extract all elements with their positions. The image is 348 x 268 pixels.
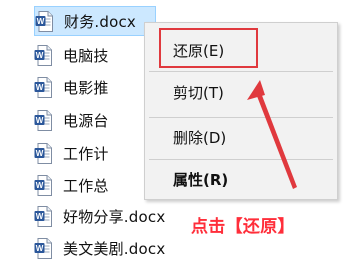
file-row[interactable]: 电脑技 xyxy=(34,40,109,70)
file-row[interactable]: 美文美剧.docx xyxy=(34,233,165,263)
word-doc-icon xyxy=(34,77,52,98)
word-doc-icon xyxy=(34,143,52,164)
file-name: 工作计 xyxy=(63,144,109,163)
file-row-finance[interactable]: 财务.docx xyxy=(34,6,156,36)
word-doc-icon xyxy=(34,206,52,227)
file-row[interactable]: 工作计 xyxy=(34,138,109,168)
menu-item-label: 属性(R) xyxy=(173,170,229,189)
file-row[interactable]: 电源台 xyxy=(34,105,109,135)
file-row[interactable]: 好物分享.docx xyxy=(34,201,165,231)
menu-item-label: 剪切(T) xyxy=(173,83,224,102)
word-doc-icon xyxy=(34,175,52,196)
file-row[interactable]: 电影推 xyxy=(34,72,109,102)
file-name: 好物分享.docx xyxy=(63,207,166,226)
menu-item-cut[interactable]: 剪切(T) xyxy=(145,77,337,107)
context-menu: 还原(E) 剪切(T) 删除(D) 属性(R) xyxy=(144,22,338,200)
file-name: 工作总 xyxy=(63,176,109,195)
menu-item-label: 还原(E) xyxy=(173,41,225,60)
menu-separator xyxy=(149,71,333,72)
menu-item-label: 删除(D) xyxy=(173,128,227,147)
word-doc-icon xyxy=(34,110,52,131)
menu-item-delete[interactable]: 删除(D) xyxy=(145,122,337,152)
file-name: 电源台 xyxy=(63,111,109,130)
menu-separator xyxy=(149,159,333,160)
annotation-text: 点击【还原】 xyxy=(191,217,295,237)
word-doc-icon xyxy=(34,45,52,66)
menu-item-restore[interactable]: 还原(E) xyxy=(145,35,337,65)
word-doc-icon xyxy=(34,238,52,259)
file-name: 电影推 xyxy=(63,78,109,97)
menu-item-properties[interactable]: 属性(R) xyxy=(145,164,337,194)
file-row[interactable]: 工作总 xyxy=(34,170,109,200)
file-name: 电脑技 xyxy=(63,46,109,65)
file-name: 财务.docx xyxy=(64,12,136,31)
file-name: 美文美剧.docx xyxy=(63,239,166,258)
word-doc-icon xyxy=(35,11,53,32)
menu-separator xyxy=(149,117,333,118)
